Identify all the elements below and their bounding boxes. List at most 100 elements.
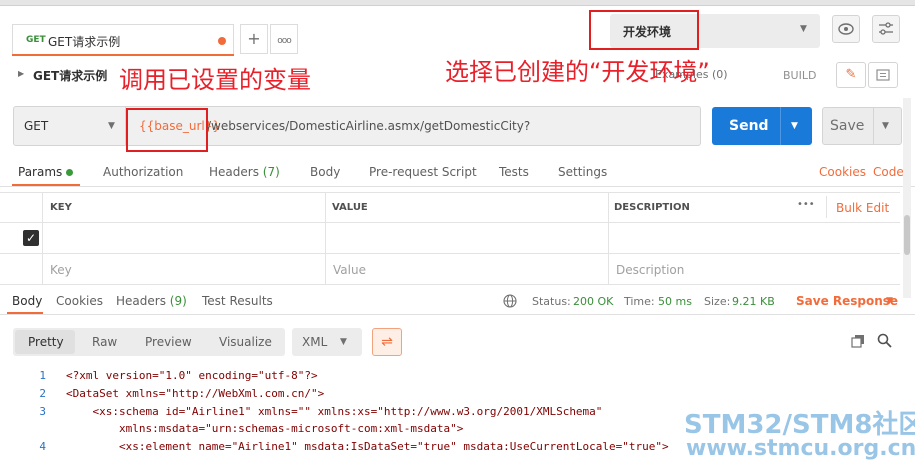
- size-label: Size:: [704, 295, 731, 308]
- line-number: 2: [39, 387, 46, 400]
- table-more-icon[interactable]: •••: [797, 199, 815, 210]
- sliders-icon: [879, 22, 893, 35]
- response-tab-test-results[interactable]: Test Results: [202, 294, 273, 308]
- send-label: Send: [729, 118, 769, 134]
- url-input[interactable]: /webservices/DomesticAirline.asmx/getDom…: [207, 119, 530, 133]
- code-text: <xs:element name="Airline1" msdata:IsDat…: [66, 440, 669, 453]
- watermark-line2: www.stmcu.org.cn: [686, 436, 915, 461]
- code-link[interactable]: Code: [873, 165, 904, 179]
- code-line: <DataSet xmlns="http://WebXml.com.cn/">: [66, 387, 324, 400]
- scrollbar-track[interactable]: [903, 98, 911, 298]
- column-header-description: DESCRIPTION: [614, 202, 690, 213]
- status-value: 200 OK: [573, 295, 614, 308]
- tab-more-button[interactable]: ooo: [270, 24, 298, 54]
- line-number: 4: [39, 440, 46, 453]
- search-icon[interactable]: [877, 333, 892, 348]
- save-response-button[interactable]: Save Response: [796, 294, 898, 308]
- tab-label: GET请求示例: [48, 35, 121, 49]
- pencil-icon: ✎: [845, 67, 857, 82]
- column-header-key: KEY: [50, 202, 72, 213]
- scrollbar-thumb[interactable]: [904, 215, 910, 255]
- table-border: [0, 222, 900, 223]
- build-label[interactable]: BUILD: [783, 69, 816, 82]
- tab-tests[interactable]: Tests: [499, 165, 529, 179]
- table-border: [0, 253, 900, 254]
- code-text: <?xml version="1.0" encoding="utf-8"?>: [66, 369, 318, 382]
- size-value: 9.21 KB: [732, 295, 775, 308]
- format-visualize[interactable]: Visualize: [219, 335, 272, 349]
- save-divider: [873, 108, 874, 144]
- param-value-input[interactable]: Value: [333, 263, 366, 277]
- send-divider: [780, 107, 781, 145]
- active-tab-indicator: [12, 54, 234, 56]
- copy-icon[interactable]: [851, 334, 865, 348]
- status-label: Status:: [532, 295, 571, 308]
- tab-pre-request-script[interactable]: Pre-request Script: [369, 165, 477, 179]
- response-tabs-separator: [0, 314, 915, 315]
- format-preview[interactable]: Preview: [145, 335, 192, 349]
- save-label: Save: [830, 118, 865, 134]
- environment-highlight-box: [589, 10, 699, 50]
- tab-params[interactable]: Params: [18, 165, 62, 179]
- annotation-right: 选择已创建的“开发环境”: [445, 58, 710, 86]
- manage-environments-button[interactable]: [872, 15, 900, 43]
- table-border: [0, 284, 900, 285]
- tab-headers-count: (7): [262, 165, 280, 179]
- response-headers-count: (9): [169, 294, 187, 308]
- tab-headers[interactable]: Headers (7): [209, 165, 280, 179]
- check-icon: ✓: [25, 231, 37, 245]
- environment-quick-look-button[interactable]: [832, 15, 860, 43]
- response-tab-body[interactable]: Body: [12, 294, 42, 308]
- format-pretty[interactable]: Pretty: [28, 335, 64, 349]
- url-variable-highlight-box: [126, 108, 208, 152]
- response-tab-cookies[interactable]: Cookies: [56, 294, 103, 308]
- unsaved-dot-icon: [218, 37, 226, 45]
- table-border: [42, 192, 43, 284]
- time-label: Time:: [624, 295, 655, 308]
- response-headers-label: Headers: [116, 294, 166, 308]
- tab-authorization[interactable]: Authorization: [103, 165, 183, 179]
- table-border: [325, 192, 326, 284]
- collapse-chevron-icon[interactable]: ▶: [18, 69, 24, 78]
- tab-body[interactable]: Body: [310, 165, 340, 179]
- request-name[interactable]: GET请求示例: [33, 67, 107, 84]
- edit-button[interactable]: ✎: [836, 62, 866, 88]
- tab-method-badge: GET: [26, 35, 46, 45]
- code-text: <xs:schema id="Airline1" xmlns="" xmlns:…: [66, 405, 603, 418]
- params-indicator-dot: [66, 169, 73, 176]
- code-line: <xs:element name="Airline1" msdata:IsDat…: [66, 440, 669, 453]
- param-key-input[interactable]: Key: [50, 263, 72, 277]
- chevron-down-icon: ▼: [340, 337, 347, 347]
- code-text: <DataSet xmlns="http://WebXml.com.cn/">: [66, 387, 325, 400]
- bulk-edit-link[interactable]: Bulk Edit: [836, 201, 889, 215]
- globe-icon[interactable]: [503, 294, 517, 308]
- code-line: <?xml version="1.0" encoding="utf-8"?>: [66, 369, 318, 382]
- eye-icon: [838, 23, 854, 35]
- cookies-link[interactable]: Cookies: [819, 165, 866, 179]
- comments-button[interactable]: [868, 62, 898, 88]
- tab-headers-label: Headers: [209, 165, 259, 179]
- wrap-lines-button[interactable]: ⇌: [372, 328, 402, 356]
- param-description-input[interactable]: Description: [616, 263, 684, 277]
- code-line: <xs:schema id="Airline1" xmlns="" xmlns:…: [66, 405, 602, 418]
- chevron-down-icon: ▼: [800, 24, 807, 34]
- tabs-separator: [0, 186, 915, 187]
- save-options-chevron-icon[interactable]: ▼: [882, 121, 889, 131]
- send-options-chevron-icon[interactable]: ▼: [791, 121, 798, 131]
- wrap-icon: ⇌: [381, 334, 393, 350]
- language-value: XML: [302, 335, 328, 349]
- column-header-value: VALUE: [332, 202, 368, 213]
- new-tab-button[interactable]: +: [240, 24, 268, 54]
- tab-settings[interactable]: Settings: [558, 165, 607, 179]
- format-raw[interactable]: Raw: [92, 335, 117, 349]
- chevron-down-icon[interactable]: ▼: [886, 296, 893, 306]
- method-value: GET: [24, 119, 49, 133]
- table-border: [826, 196, 827, 218]
- table-border: [0, 192, 900, 193]
- code-line: xmlns:msdata="urn:schemas-microsoft-com:…: [66, 422, 463, 435]
- chevron-down-icon: ▼: [108, 121, 115, 131]
- time-value: 50 ms: [658, 295, 692, 308]
- response-tab-headers[interactable]: Headers (9): [116, 294, 187, 308]
- param-enabled-checkbox[interactable]: ✓: [23, 230, 39, 246]
- window-top-strip: [0, 0, 915, 6]
